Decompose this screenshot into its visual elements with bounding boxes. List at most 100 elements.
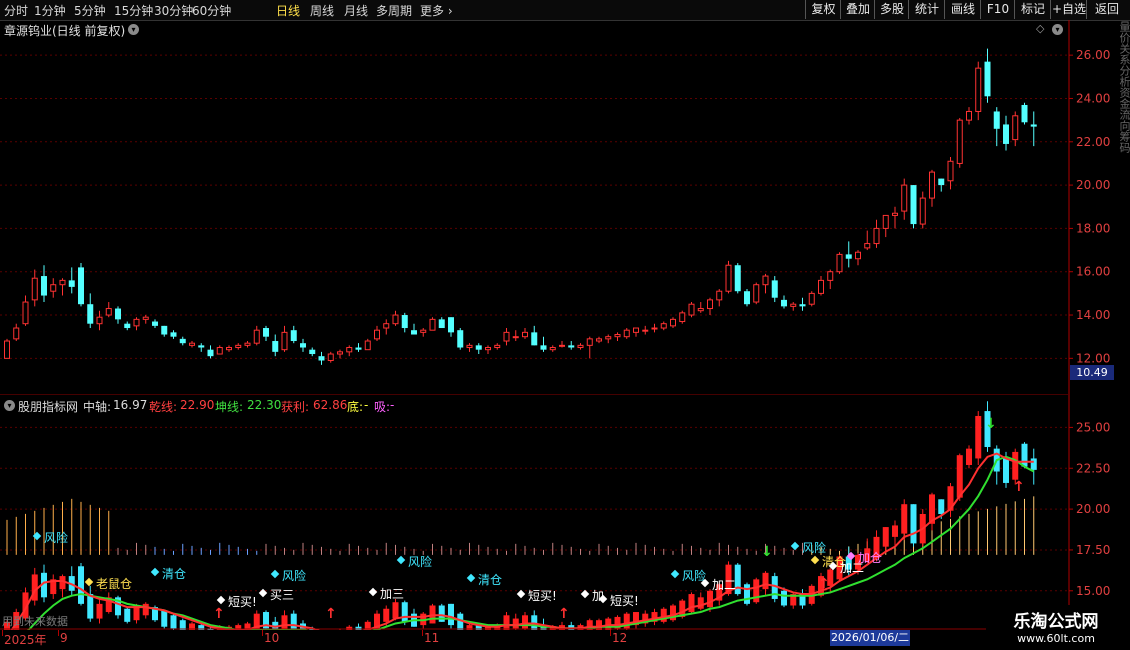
candle (198, 343, 205, 352)
candle-body (355, 347, 362, 350)
candle-body (290, 330, 297, 342)
candle-body (318, 356, 325, 361)
price-axis-label: 18.00 (1076, 221, 1110, 235)
candle (309, 347, 316, 357)
candle (642, 325, 649, 335)
candle (466, 343, 473, 352)
candle-body (1003, 124, 1009, 144)
candle-body (216, 347, 223, 355)
candle (1030, 111, 1037, 147)
signal-marker (580, 589, 590, 599)
candle (1021, 102, 1028, 125)
candle (596, 336, 602, 344)
signal-label: 老鼠仓 (96, 577, 132, 591)
candle-body (466, 344, 473, 349)
sub-candle-body (170, 615, 177, 629)
right-side-strip: 量价关系分析资金流向筹码 (1116, 21, 1130, 381)
price-axis-label: 12.00 (1076, 351, 1110, 365)
candle-body (993, 111, 1000, 129)
date-tick (610, 630, 611, 636)
date-tick (2, 630, 3, 636)
sub-axis-label: 15.00 (1076, 584, 1110, 598)
candle-body (494, 344, 501, 349)
candle-body (660, 323, 667, 329)
candle (22, 295, 29, 326)
sub-candle-body (96, 603, 103, 619)
candle (87, 293, 94, 329)
buy-arrow-icon: ↑ (325, 606, 337, 622)
sub-axis-label: 25.00 (1076, 420, 1110, 434)
candle-body (346, 347, 353, 353)
candle-body (226, 347, 232, 351)
candle-body (78, 267, 84, 305)
candle (716, 289, 723, 307)
candle (901, 178, 908, 220)
date-tick (422, 630, 423, 636)
candle (392, 310, 399, 326)
candle-body (13, 327, 20, 340)
sub-candle-body (697, 597, 704, 609)
candle-body (189, 342, 195, 346)
signal-label: 短买! (610, 594, 639, 608)
signal-label: 清仓 (162, 567, 186, 581)
candle-body (152, 321, 158, 326)
candle-body (309, 349, 316, 355)
candle-body (133, 318, 140, 327)
signal-label: 风险 (44, 530, 68, 545)
price-axis-label: 14.00 (1076, 308, 1110, 322)
candle (577, 343, 584, 350)
candle (235, 343, 242, 350)
candle-body (716, 290, 723, 301)
candle-body (975, 67, 982, 112)
candle (549, 345, 556, 352)
signal-marker (258, 588, 268, 598)
future-data-note: 用到未来数据 (2, 615, 68, 628)
kun-line (27, 455, 1035, 630)
candle (522, 328, 528, 339)
candle-body (337, 351, 343, 355)
candle (984, 48, 991, 103)
candle (170, 330, 177, 339)
indicator-chart[interactable]: 风险老鼠仓清仓短买! 买三风险加三风险清仓短买! 加短买!风险加二风险清仓加二加仓↑… (0, 398, 1068, 630)
candle (68, 267, 75, 294)
candle-body (392, 314, 399, 325)
candle (263, 325, 269, 342)
candle (96, 310, 103, 331)
candle-body (744, 291, 750, 305)
price-axis-label: 20.00 (1076, 178, 1110, 192)
candle (753, 282, 760, 305)
signal-marker (150, 567, 160, 577)
candle-body (707, 299, 713, 310)
candle (623, 328, 630, 339)
candle-body (420, 329, 427, 333)
candle-body (87, 304, 94, 324)
candle-body (1030, 124, 1037, 127)
sub-candle-body (401, 602, 408, 622)
candle (818, 276, 824, 296)
candle (929, 169, 935, 207)
signal-marker (516, 589, 526, 599)
candle-body (734, 265, 741, 292)
candle (337, 349, 343, 359)
candle-body (374, 329, 380, 340)
watermark-title: 乐淘公式网 (1013, 612, 1099, 632)
candle (855, 250, 861, 266)
candle (124, 321, 131, 331)
sub-candle-body (956, 455, 963, 498)
buy-arrow-icon: ↑ (558, 606, 570, 622)
candle (559, 341, 565, 348)
price-axis-label: 22.00 (1076, 135, 1110, 149)
candle-body (642, 329, 649, 332)
sub-candle-body (78, 566, 84, 604)
candle (420, 328, 427, 337)
candlestick-chart[interactable] (0, 0, 1068, 395)
signal-marker (32, 531, 42, 541)
candle (457, 328, 464, 350)
candle-body (559, 344, 565, 347)
candle (540, 336, 547, 352)
signal-label: 风险 (282, 568, 306, 583)
candle-body (59, 279, 66, 286)
candle-body (383, 323, 390, 329)
candle-body (919, 197, 926, 225)
sub-candle-body (142, 603, 149, 616)
